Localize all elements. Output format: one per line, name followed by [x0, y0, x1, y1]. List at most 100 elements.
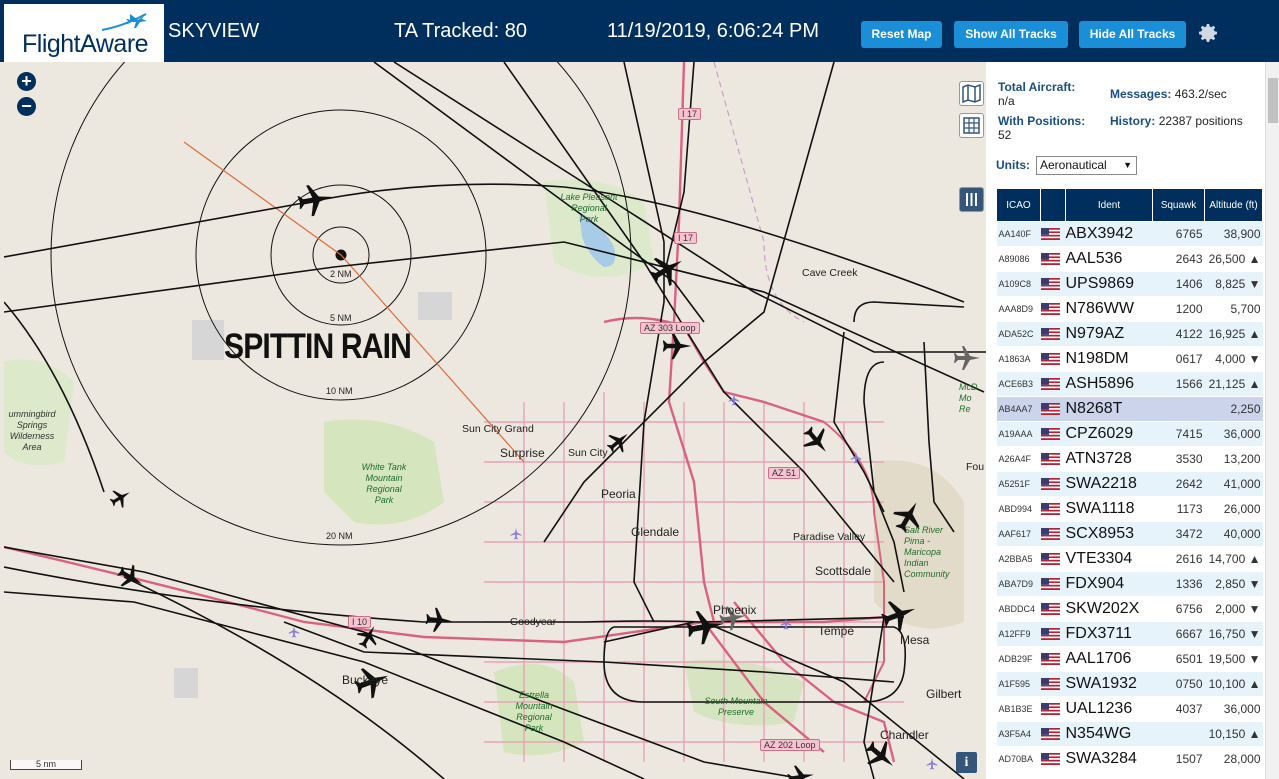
- cell-flag: [1040, 446, 1066, 472]
- total-aircraft-label: Total Aircraft:: [998, 80, 1076, 94]
- aircraft-icon[interactable]: [786, 762, 816, 779]
- aircraft-icon[interactable]: [662, 332, 692, 360]
- table-row[interactable]: A109C8 UPS9869 1406 8,825 ▼: [996, 271, 1263, 297]
- table-row[interactable]: ADA52C N979AZ 4122 16,925 ▲: [996, 321, 1263, 347]
- table-row[interactable]: ABD994 SWA1118 1173 26,000: [996, 496, 1263, 522]
- us-flag-icon: [1040, 527, 1060, 540]
- place-lake-pleasant: Lake Pleasant Regional Park: [560, 192, 618, 224]
- info-button[interactable]: i: [956, 752, 977, 773]
- cell-flag: [1040, 321, 1066, 347]
- table-row[interactable]: AAF617 SCX8953 3472 40,000: [996, 521, 1263, 547]
- us-flag-icon: [1040, 377, 1060, 390]
- units-select[interactable]: Aeronautical ▼: [1036, 156, 1137, 175]
- place-mcdowell: McD Mo Re: [959, 382, 978, 414]
- table-row[interactable]: A1863A N198DM 0617 4,000 ▼: [996, 346, 1263, 372]
- cell-flag: [1040, 671, 1066, 697]
- table-row[interactable]: AD70BA SWA3284 1507 28,000: [996, 746, 1263, 772]
- cell-altitude: 14,700 ▲: [1204, 546, 1263, 572]
- aircraft-icon[interactable]: [113, 560, 149, 595]
- table-row[interactable]: AB4AA7 N8268T 2,250: [996, 396, 1263, 422]
- cell-squawk: 6667: [1152, 621, 1205, 647]
- table-row[interactable]: ACE6B3 ASH5896 1566 21,125 ▲: [996, 371, 1263, 397]
- cell-ident: VTE3304: [1065, 546, 1153, 572]
- table-row[interactable]: A1F595 SWA1932 0750 10,100 ▲: [996, 671, 1263, 697]
- table-row[interactable]: AA140F ABX3942 6765 38,900: [996, 221, 1263, 247]
- cell-ident: AAL536: [1065, 246, 1153, 272]
- history-value: 22387 positions: [1158, 114, 1243, 128]
- hide-all-tracks-button[interactable]: Hide All Tracks: [1079, 21, 1186, 48]
- cell-squawk: 6765: [1152, 221, 1205, 247]
- column-header-ident[interactable]: Ident: [1065, 188, 1153, 222]
- table-row[interactable]: A89086 AAL536 2643 26,500 ▲: [996, 246, 1263, 272]
- show-all-tracks-button[interactable]: Show All Tracks: [954, 21, 1068, 48]
- column-header-icao[interactable]: ICAO: [996, 188, 1041, 222]
- column-header-altitude[interactable]: Altitude (ft): [1204, 188, 1263, 222]
- table-row[interactable]: A19AAA CPZ6029 7415 36,000: [996, 421, 1263, 447]
- table-row[interactable]: A26A4F ATN3728 3530 13,200: [996, 446, 1263, 472]
- zoom-in-button[interactable]: +: [17, 72, 36, 91]
- history-stat: History: 22387 positions: [1110, 114, 1250, 128]
- aircraft-table: ICAO Ident Squawk Altitude (ft) AA140F AB…: [996, 188, 1263, 772]
- scrollbar-thumb[interactable]: [1268, 78, 1278, 123]
- us-flag-icon: [1040, 427, 1060, 440]
- table-row[interactable]: ABA7D9 FDX904 1336 2,850 ▼: [996, 571, 1263, 597]
- aircraft-icon[interactable]: [295, 181, 335, 219]
- cell-altitude: 41,000: [1204, 471, 1263, 497]
- cell-ident: SCX8953: [1065, 521, 1153, 547]
- cell-altitude: 16,925 ▲: [1204, 321, 1263, 347]
- gear-icon[interactable]: [1196, 21, 1220, 45]
- table-row[interactable]: ABDDC4 SKW202X 6756 2,000 ▼: [996, 596, 1263, 622]
- grid-toggle-button[interactable]: [959, 113, 984, 138]
- units-label: Units:: [996, 158, 1030, 172]
- airport-icon: [780, 617, 792, 630]
- place-tempe: Tempe: [818, 624, 855, 638]
- cell-flag: [1040, 721, 1066, 747]
- table-row[interactable]: A3F5A4 N354WG 10,150 ▲: [996, 721, 1263, 747]
- aircraft-icon[interactable]: [106, 484, 135, 512]
- us-flag-icon: [1040, 752, 1060, 765]
- aircraft-icon[interactable]: [954, 346, 980, 370]
- ring-label-10nm: 10 NM: [326, 386, 353, 396]
- reset-map-button[interactable]: Reset Map: [861, 21, 942, 48]
- column-header-flag[interactable]: [1040, 188, 1066, 222]
- table-row[interactable]: ADB29F AAL1706 6501 19,500 ▼: [996, 646, 1263, 672]
- table-row[interactable]: AB1B3E UAL1236 4037 36,000: [996, 696, 1263, 722]
- table-row[interactable]: A5251F SWA2218 2642 41,000: [996, 471, 1263, 497]
- cell-squawk: [1152, 721, 1205, 747]
- cell-flag: [1040, 596, 1066, 622]
- zoom-out-button[interactable]: −: [17, 97, 36, 116]
- table-row[interactable]: A2BBA5 VTE3304 2616 14,700 ▲: [996, 546, 1263, 572]
- us-flag-icon: [1040, 652, 1060, 665]
- flightaware-logo[interactable]: FlightAware: [4, 4, 164, 62]
- cell-icao: ACE6B3: [996, 371, 1041, 397]
- cell-ident: SWA1118: [1065, 496, 1153, 522]
- place-south-mountain: South Mountain Preserve: [704, 696, 768, 717]
- columns-toggle-button[interactable]: [959, 187, 984, 212]
- table-row[interactable]: AAA8D9 N786WW 1200 5,700: [996, 296, 1263, 322]
- map-view[interactable]: + − SPITTIN RAIN 2 NM 5 NM 10 NM 20 NM L…: [4, 62, 986, 779]
- cell-ident: SWA3284: [1065, 746, 1153, 772]
- sidebar-scrollbar[interactable]: [1265, 62, 1279, 779]
- map-layers-button[interactable]: [959, 81, 984, 106]
- us-flag-icon: [1040, 702, 1060, 715]
- road-label-az303: AZ 303 Loop: [640, 322, 700, 334]
- cell-icao: A2BBA5: [996, 546, 1041, 572]
- cell-ident: FDX3711: [1065, 621, 1153, 647]
- aircraft-icon[interactable]: [878, 594, 921, 635]
- cell-icao: ADA52C: [996, 321, 1041, 347]
- aircraft-icon[interactable]: [797, 421, 837, 461]
- cell-ident: N8268T: [1065, 396, 1153, 422]
- us-flag-icon: [1040, 602, 1060, 615]
- column-header-squawk[interactable]: Squawk: [1152, 188, 1205, 222]
- us-flag-icon: [1040, 502, 1060, 515]
- cell-altitude: 10,100 ▲: [1204, 671, 1263, 697]
- aircraft-icon[interactable]: [424, 606, 453, 634]
- cell-altitude: 19,500 ▼: [1204, 646, 1263, 672]
- place-estrella: Estrella Mountain Regional Park: [515, 690, 553, 733]
- table-row[interactable]: A12FF9 FDX3711 6667 16,750 ▼: [996, 621, 1263, 647]
- road-label-az202: AZ 202 Loop: [760, 739, 820, 751]
- messages-stat: Messages: 463.2/sec: [1110, 87, 1227, 101]
- aircraft-icon[interactable]: [644, 247, 690, 292]
- total-aircraft-value: n/a: [998, 94, 1015, 108]
- cell-altitude: 13,200: [1204, 446, 1263, 472]
